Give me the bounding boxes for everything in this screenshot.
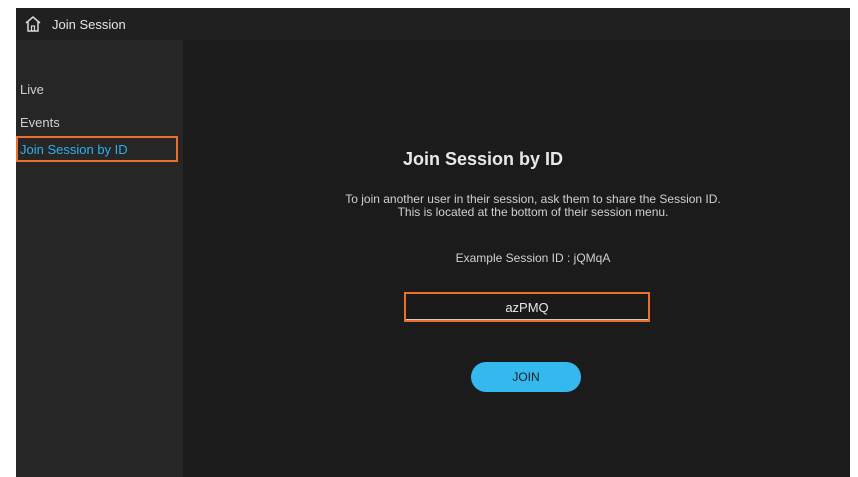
sidebar-item-label: Join Session by ID bbox=[20, 141, 128, 157]
sidebar: Live Events Join Session by ID bbox=[16, 40, 183, 477]
sidebar-item-events[interactable]: Events bbox=[16, 109, 176, 135]
sidebar-item-label: Events bbox=[20, 114, 60, 130]
sidebar-item-label: Live bbox=[20, 81, 44, 97]
sidebar-item-join-session-by-id[interactable]: Join Session by ID bbox=[16, 136, 178, 162]
sidebar-item-live[interactable]: Live bbox=[16, 76, 176, 102]
session-id-input[interactable] bbox=[404, 292, 650, 322]
main-panel: Join Session by ID To join another user … bbox=[183, 40, 850, 477]
header-bar: Join Session bbox=[16, 8, 850, 40]
join-button[interactable]: JOIN bbox=[471, 362, 581, 392]
app-window: Join Session Live Events Join Session by… bbox=[16, 8, 850, 477]
example-session-id: Example Session ID : jQMqA bbox=[455, 251, 611, 265]
instructions-text: To join another user in their session, a… bbox=[345, 192, 721, 219]
home-icon[interactable] bbox=[24, 15, 42, 33]
page-title: Join Session by ID bbox=[402, 149, 564, 169]
header-title: Join Session bbox=[52, 16, 126, 32]
